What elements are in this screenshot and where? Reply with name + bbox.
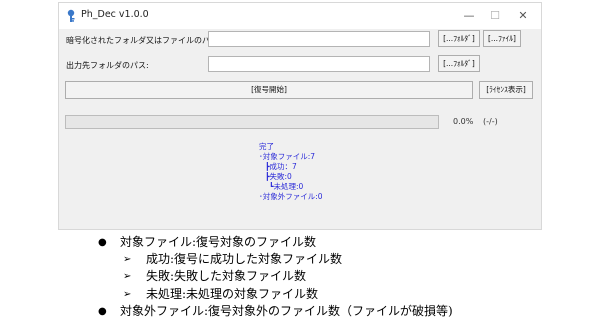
result-line: 完了 — [259, 142, 274, 151]
source-folder-button[interactable]: [...ﾌｫﾙﾀﾞ] — [438, 30, 480, 47]
bullet-icon: ● — [98, 305, 107, 317]
maximize-button[interactable]: ☐ — [483, 7, 507, 25]
result-line: ┣成功：7 — [265, 162, 297, 171]
arrow-bullet-icon: ➢ — [123, 288, 132, 300]
progress-count: (-/-) — [483, 117, 498, 126]
arrow-bullet-icon: ➢ — [123, 254, 132, 266]
result-line: ┗未処理:0 — [269, 182, 304, 191]
title-bar[interactable]: Ph_Dec v1.0.0 — ☐ ✕ — [59, 3, 541, 29]
note-text: 対象ファイル:復号対象のファイル数 — [120, 235, 317, 249]
output-folder-button[interactable]: [...ﾌｫﾙﾀﾞ] — [438, 55, 480, 72]
bullet-icon: ● — [98, 237, 107, 248]
output-path-label: 出力先フォルダのパス: — [66, 61, 149, 70]
result-summary: 完了 ･対象ファイル:7 ┣成功：7 ┣失敗:0 ┗未処理:0 ･対象外ファイル… — [259, 142, 323, 202]
arrow-bullet-icon: ➢ — [123, 271, 132, 283]
output-path-input[interactable] — [208, 56, 430, 72]
minimize-button[interactable]: — — [457, 7, 481, 25]
source-path-input[interactable] — [208, 31, 430, 47]
result-line: ･対象外ファイル:0 — [259, 192, 323, 201]
source-path-label: 暗号化されたフォルダ又はファイルのパス: — [66, 36, 221, 45]
note-text: 未処理:未処理の対象ファイル数 — [146, 286, 319, 301]
note-text: 失敗:失敗した対象ファイル数 — [146, 269, 307, 284]
key-icon — [67, 9, 75, 22]
window-title: Ph_Dec v1.0.0 — [81, 9, 149, 20]
result-line: ┣失敗:0 — [265, 172, 292, 181]
note-text: 対象外ファイル:復号対象外のファイル数（ファイルが破損等) — [120, 303, 453, 318]
start-decrypt-button[interactable]: [復号開始] — [65, 81, 473, 99]
close-button[interactable]: ✕ — [511, 7, 535, 25]
license-button[interactable]: [ﾗｲｾﾝｽ表示] — [479, 81, 533, 99]
progress-bar — [65, 115, 439, 129]
result-line: ･対象ファイル:7 — [259, 152, 316, 161]
progress-percent: 0.0% — [453, 117, 474, 126]
note-text: 成功:復号に成功した対象ファイル数 — [146, 252, 343, 267]
app-window: Ph_Dec v1.0.0 — ☐ ✕ 暗号化されたフォルダ又はファイルのパス:… — [58, 2, 542, 230]
source-file-button[interactable]: [...ﾌｧｲﾙ] — [483, 30, 521, 47]
